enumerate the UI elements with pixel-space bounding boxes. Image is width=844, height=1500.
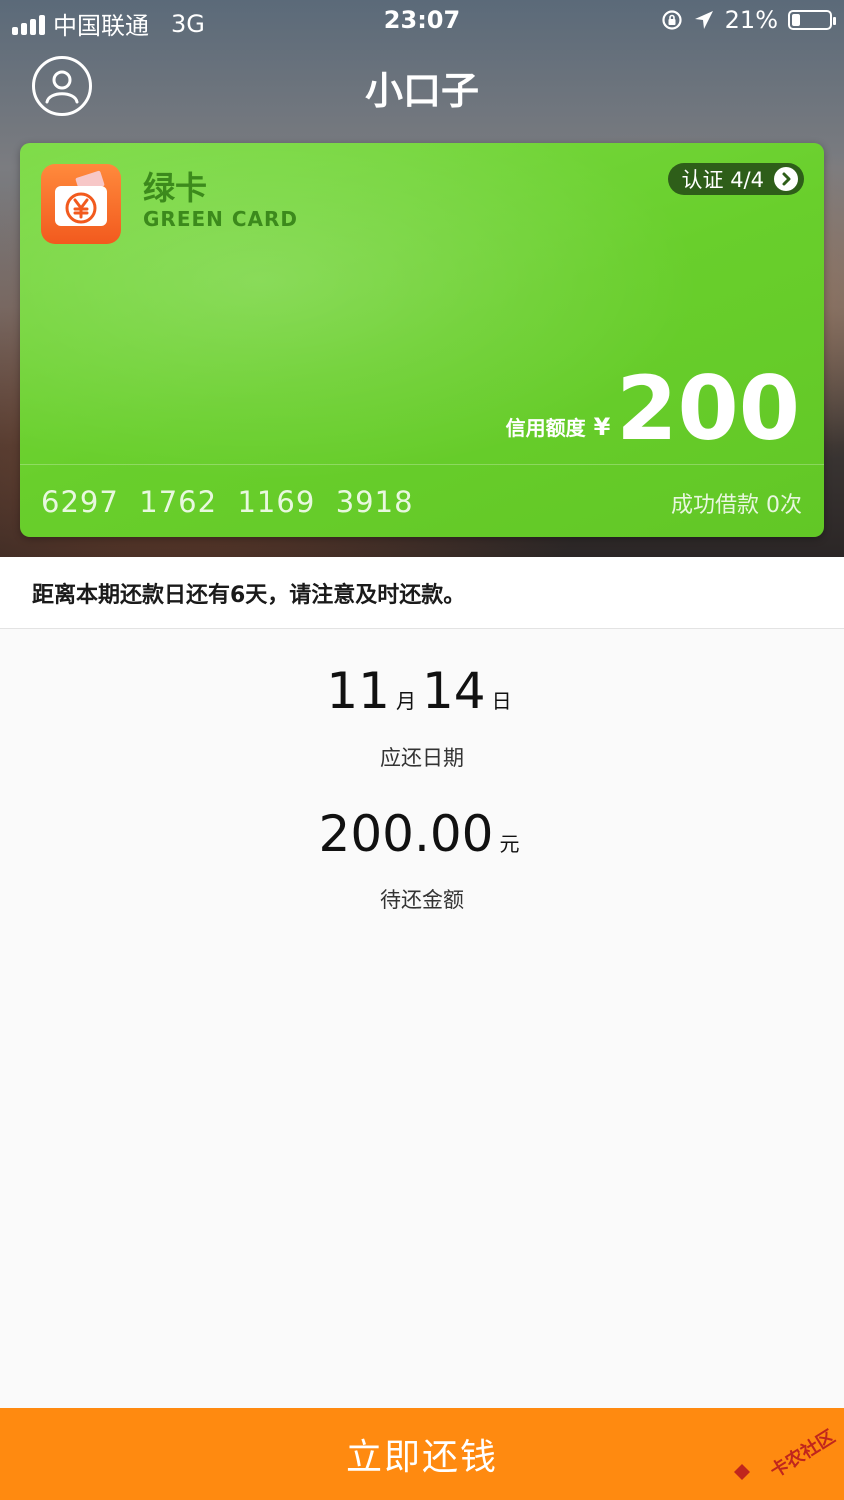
amount-due-label: 待还金额 <box>380 888 464 912</box>
due-month: 11 <box>326 662 390 720</box>
page-title: 小口子 <box>364 69 479 113</box>
card-name: 绿卡 <box>143 169 208 207</box>
credit-limit-value: 200 <box>616 357 800 460</box>
verification-text: 认证 4/4 <box>681 168 764 192</box>
due-date: 11 月 14 日 <box>0 662 844 720</box>
status-bar: 中国联通 3G 23:07 21% <box>0 0 844 44</box>
status-right: 21% <box>661 6 836 34</box>
amount-value: 200.00 <box>318 805 494 863</box>
credit-limit: 信用额度 ¥ 200 <box>506 365 800 453</box>
credit-limit-label: 信用额度 <box>505 416 586 440</box>
chevron-right-icon <box>774 167 798 191</box>
repay-now-button[interactable]: 立即还钱 <box>0 1408 844 1500</box>
currency-symbol: ¥ <box>593 413 611 441</box>
battery-fill <box>792 14 800 26</box>
due-month-unit: 月 <box>396 689 416 713</box>
battery-percent: 21% <box>724 6 778 34</box>
card-divider <box>20 464 824 465</box>
credit-card: 绿卡 GREEN CARD 认证 4/4 信用额度 ¥ 200 6297 176… <box>20 143 824 537</box>
due-day-unit: 日 <box>491 689 512 713</box>
due-day: 14 <box>422 662 486 720</box>
due-date-label: 应还日期 <box>380 746 464 770</box>
card-number: 6297 1762 1169 3918 <box>41 485 414 519</box>
success-count: 成功借款 0次 <box>671 493 802 518</box>
card-logo <box>41 164 121 244</box>
rotation-lock-icon <box>662 10 682 30</box>
card-subtitle: GREEN CARD <box>143 207 298 231</box>
verification-badge[interactable]: 认证 4/4 <box>667 163 804 195</box>
wallet-yuan-icon <box>55 170 107 226</box>
location-icon <box>694 11 713 29</box>
amount-due: 200.00 元 <box>0 805 844 863</box>
amount-unit: 元 <box>499 832 520 856</box>
repayment-notice: 距离本期还款日还有6天，请注意及时还款。 <box>0 557 844 629</box>
battery-icon <box>788 10 836 30</box>
